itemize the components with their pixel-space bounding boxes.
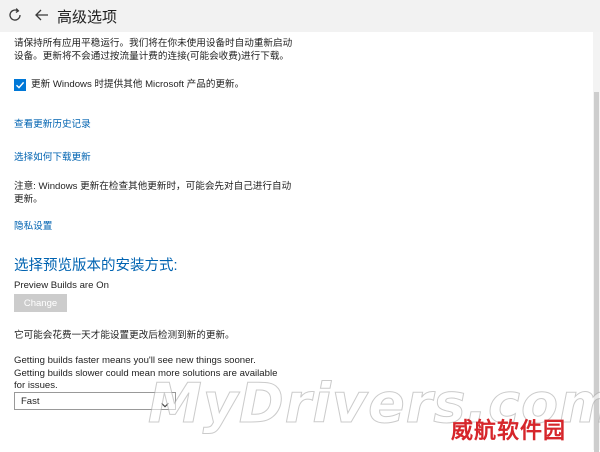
other-products-checkbox[interactable] <box>14 79 26 91</box>
restart-description-line1: 请保持所有应用平稳运行。我们将在你未使用设备时自动重新启动 <box>14 38 293 49</box>
note-text-line1: 注意: Windows 更新在检查其他更新时，可能会先对自己进行自动 <box>14 181 292 192</box>
page-title: 高级选项 <box>57 9 118 26</box>
speed-description-line1: Getting builds faster means you'll see n… <box>14 355 256 366</box>
preview-note: 它可能会花费一天才能设置更改后检测到新的更新。 <box>14 330 235 341</box>
site-logo-watermark: 威航软件园 <box>451 419 567 444</box>
restart-description-line2: 设备。更新将不会通过按流量计费的连接(可能会收费)进行下载。 <box>14 50 290 62</box>
chevron-down-icon <box>160 397 170 415</box>
change-button[interactable]: Change <box>14 294 67 312</box>
build-speed-value: Fast <box>21 396 40 407</box>
vertical-scrollbar[interactable] <box>593 32 600 452</box>
update-history-link[interactable]: 查看更新历史记录 <box>14 116 91 130</box>
refresh-icon[interactable] <box>6 6 24 24</box>
privacy-settings-link[interactable]: 隐私设置 <box>14 218 52 232</box>
title-bar: 高级选项 <box>0 0 600 32</box>
other-products-label: 更新 Windows 时提供其他 Microsoft 产品的更新。 <box>31 79 245 90</box>
scrollbar-thumb[interactable] <box>594 92 599 452</box>
speed-description-line3: for issues. <box>14 380 58 391</box>
speed-description-line2: Getting builds slower could mean more so… <box>14 367 278 379</box>
back-arrow-icon[interactable] <box>33 6 51 24</box>
preview-builds-heading: 选择预览版本的安装方式: <box>14 258 178 274</box>
preview-builds-status: Preview Builds are On <box>14 280 109 291</box>
note-text-line2: 更新。 <box>14 193 43 205</box>
build-speed-select[interactable]: Fast <box>14 392 176 410</box>
checkmark-icon <box>16 81 25 89</box>
delivery-options-link[interactable]: 选择如何下载更新 <box>14 149 91 163</box>
